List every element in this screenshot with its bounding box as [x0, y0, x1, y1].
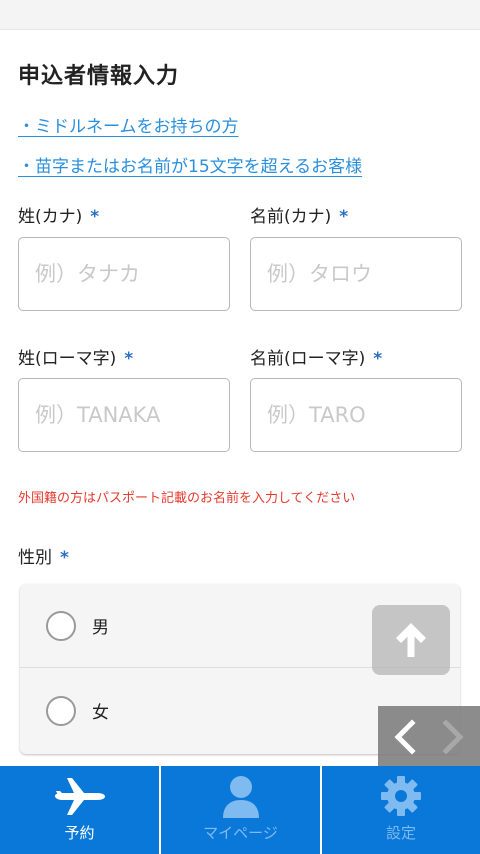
gender-label: 性別 *: [18, 543, 69, 568]
page-title: 申込者情報入力: [18, 64, 180, 89]
middle-name-link[interactable]: ・ミドルネームをお持ちの方: [18, 112, 239, 137]
tab-label: マイページ: [203, 824, 278, 842]
tab-label: 設定: [385, 824, 416, 842]
back-button[interactable]: [378, 706, 429, 768]
long-name-link[interactable]: ・苗字またはお名前が15文字を超えるお客様: [18, 152, 362, 177]
first-name-roman-input[interactable]: [250, 378, 462, 452]
bottom-tab-bar: 予約 マイページ 設定: [0, 766, 480, 854]
last-name-kana-label: 姓(カナ) *: [18, 202, 99, 227]
page-nav: [378, 706, 480, 768]
required-mark: *: [60, 548, 69, 568]
arrow-up-icon: [396, 623, 426, 657]
required-mark: *: [124, 349, 134, 369]
first-name-roman-label: 名前(ローマ字) *: [250, 344, 382, 369]
gender-label-text: 性別: [18, 548, 52, 568]
gender-option-label: 女: [92, 703, 109, 723]
last-name-roman-input[interactable]: [18, 378, 230, 452]
required-mark: *: [90, 207, 100, 227]
first-name-kana-label: 名前(カナ) *: [250, 202, 348, 227]
last-name-roman-label: 姓(ローマ字) *: [18, 344, 133, 369]
tab-label: 予約: [64, 824, 95, 842]
gender-option-label: 男: [92, 618, 109, 638]
user-icon: [222, 776, 259, 818]
airplane-icon: [54, 778, 105, 815]
tab-settings[interactable]: 設定: [322, 766, 480, 854]
gear-icon: [381, 776, 421, 816]
first-name-kana-label-text: 名前(カナ): [250, 207, 332, 227]
tab-reservation[interactable]: 予約: [0, 766, 159, 854]
radio-button[interactable]: [46, 611, 76, 641]
chevron-right-icon: [442, 719, 464, 755]
tab-mypage[interactable]: マイページ: [161, 766, 320, 854]
first-name-roman-label-text: 名前(ローマ字): [250, 349, 366, 369]
last-name-roman-label-text: 姓(ローマ字): [18, 349, 117, 369]
last-name-kana-input[interactable]: [18, 237, 230, 311]
required-mark: *: [339, 207, 349, 227]
required-mark: *: [373, 349, 383, 369]
first-name-kana-input[interactable]: [250, 237, 462, 311]
top-status-bar: [0, 0, 480, 30]
radio-button[interactable]: [46, 696, 76, 726]
chevron-left-icon: [394, 719, 416, 755]
scroll-to-top-button[interactable]: [372, 605, 450, 675]
passport-name-notice: 外国籍の方はパスポート記載のお名前を入力してください: [18, 491, 356, 506]
forward-button[interactable]: [429, 706, 480, 768]
last-name-kana-label-text: 姓(カナ): [18, 207, 83, 227]
